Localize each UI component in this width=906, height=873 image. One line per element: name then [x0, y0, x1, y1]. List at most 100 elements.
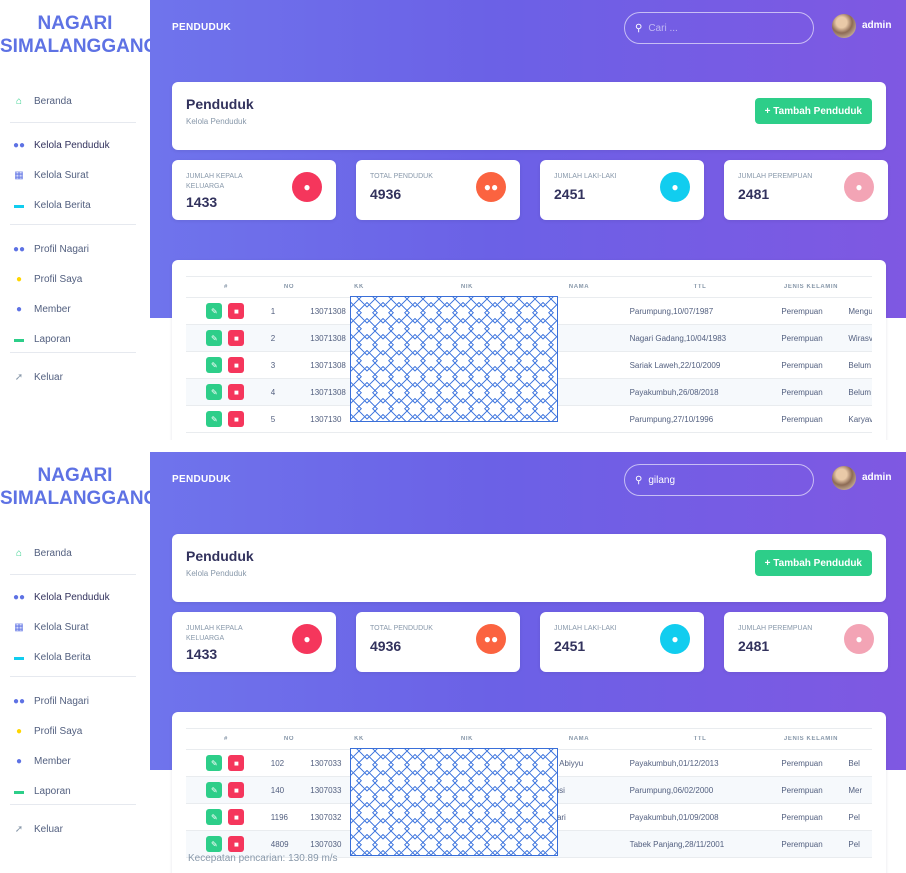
cell-pekerjaan: Belum	[848, 360, 872, 370]
redaction-overlay	[350, 296, 558, 422]
logout-icon: ➚	[14, 371, 24, 383]
column-header[interactable]: NIK	[406, 736, 522, 742]
trash-icon[interactable]: ■	[228, 836, 245, 852]
sidebar: NAGARI SIMALANGGANG ⌂ Beranda ●● Kelola Pe…	[0, 0, 158, 440]
search-input[interactable]: ⚲ gilang	[624, 464, 814, 496]
column-header[interactable]: TTL	[630, 284, 764, 290]
page-breadcrumb[interactable]: PENDUDUK	[172, 22, 231, 33]
column-header[interactable]: TTL	[630, 736, 764, 742]
sidebar-item-beranda[interactable]: ⌂ Beranda	[10, 538, 136, 568]
cell-no: 2	[270, 333, 276, 343]
sidebar-item-keluar[interactable]: ➚ Keluar	[10, 362, 136, 392]
add-penduduk-button[interactable]: + Tambah Penduduk	[754, 98, 872, 124]
sidebar-item-kelola-berita[interactable]: ▬ Kelola Berita	[10, 190, 136, 220]
nav-manage: ●● Kelola Penduduk ▦ Kelola Surat ▬ Kelola …	[10, 582, 136, 672]
edit-icon[interactable]: ✎	[206, 809, 223, 825]
trash-icon[interactable]: ■	[228, 755, 245, 771]
cell-pekerjaan: Bel	[848, 758, 860, 768]
sidebar-item-beranda[interactable]: ⌂ Beranda	[10, 86, 136, 116]
sidebar-item-label: Laporan	[34, 785, 71, 797]
file-icon: ▦	[14, 621, 24, 633]
sidebar-item-label: Kelola Surat	[34, 169, 89, 181]
search-input[interactable]: ⚲ Cari ...	[624, 12, 814, 44]
stat-value: 4936	[370, 186, 402, 202]
stat-card-kepala-keluarga: JUMLAH KEPALA KELUARGA 1433 ●	[172, 612, 336, 672]
users-icon: ●●	[476, 624, 506, 654]
stat-value: 1433	[186, 646, 218, 662]
page-breadcrumb[interactable]: PENDUDUK	[172, 474, 231, 485]
sidebar-item-kelola-penduduk[interactable]: ●● Kelola Penduduk	[10, 582, 136, 612]
trash-icon[interactable]: ■	[228, 303, 245, 319]
user-icon: ●	[660, 624, 690, 654]
column-header[interactable]: NAMA	[522, 736, 630, 742]
edit-icon[interactable]: ✎	[206, 384, 223, 400]
user-name[interactable]: admin	[862, 20, 891, 31]
newspaper-icon: ▬	[14, 651, 24, 663]
edit-icon[interactable]: ✎	[206, 755, 223, 771]
user-name[interactable]: admin	[862, 472, 891, 483]
cell-pekerjaan: Mengu	[848, 306, 873, 316]
stat-card-total-penduduk: TOTAL PENDUDUK 4936 ●●	[356, 612, 520, 672]
stat-label: TOTAL PENDUDUK	[370, 625, 433, 632]
column-header[interactable]: KK	[306, 284, 406, 290]
trash-icon[interactable]: ■	[228, 809, 245, 825]
brand-logo[interactable]: NAGARI SIMALANGGANG	[0, 464, 159, 510]
brand-line-2: SIMALANGGANG	[0, 488, 159, 509]
sidebar-item-kelola-surat[interactable]: ▦ Kelola Surat	[10, 160, 136, 190]
avatar[interactable]	[832, 14, 856, 38]
sidebar-item-member[interactable]: ● Member	[10, 294, 136, 324]
column-header[interactable]: JENIS KELAMIN	[764, 736, 852, 742]
trash-icon[interactable]: ■	[228, 357, 245, 373]
trash-icon[interactable]: ■	[228, 411, 245, 427]
edit-icon[interactable]: ✎	[206, 782, 223, 798]
edit-icon[interactable]: ✎	[206, 836, 223, 852]
sidebar-item-kelola-penduduk[interactable]: ●● Kelola Penduduk	[10, 130, 136, 160]
trash-icon[interactable]: ■	[228, 330, 245, 346]
column-header[interactable]: NO	[266, 736, 306, 742]
row-actions: ✎ ■	[186, 330, 265, 346]
row-actions: ✎ ■	[186, 303, 265, 319]
sidebar-item-member[interactable]: ● Member	[10, 746, 136, 776]
edit-icon[interactable]: ✎	[206, 357, 223, 373]
trash-icon[interactable]: ■	[228, 384, 245, 400]
cell-pekerjaan: Belum	[848, 387, 872, 397]
cell-pekerjaan: Pel	[848, 839, 860, 849]
column-header[interactable]: NIK	[406, 284, 522, 290]
main-content: PENDUDUK ⚲ Cari ... admin Penduduk Kelol…	[150, 0, 906, 440]
users-icon: ●●	[12, 139, 26, 151]
edit-icon[interactable]: ✎	[206, 411, 223, 427]
user-icon: ●	[660, 172, 690, 202]
column-header[interactable]: KK	[306, 736, 406, 742]
sidebar-item-kelola-berita[interactable]: ▬ Kelola Berita	[10, 642, 136, 672]
sidebar-item-label: Profil Saya	[34, 273, 83, 285]
trash-icon[interactable]: ■	[228, 782, 245, 798]
sidebar-item-laporan[interactable]: ▬ Laporan	[10, 776, 136, 806]
cell-no: 3	[270, 360, 276, 370]
add-penduduk-button[interactable]: + Tambah Penduduk	[754, 550, 872, 576]
cell-jenis-kelamin: Perempuan	[781, 306, 823, 316]
column-header[interactable]: NO	[266, 284, 306, 290]
sidebar-item-profil-saya[interactable]: ● Profil Saya	[10, 716, 136, 746]
cell-ttl: Parumpung,27/10/1996	[629, 414, 714, 424]
column-header[interactable]: JENIS KELAMIN	[764, 284, 852, 290]
page-title: Penduduk	[186, 96, 254, 112]
sidebar-item-laporan[interactable]: ▬ Laporan	[10, 324, 136, 354]
table-header: # NO KK NIK NAMA TTL JENIS KELAMIN	[186, 276, 872, 298]
column-header[interactable]: NAMA	[522, 284, 630, 290]
sidebar-item-profil-saya[interactable]: ● Profil Saya	[10, 264, 136, 294]
stat-card-laki-laki: JUMLAH LAKI-LAKI 2451 ●	[540, 612, 704, 672]
sidebar-item-label: Kelola Berita	[34, 651, 91, 663]
sidebar-item-keluar[interactable]: ➚ Keluar	[10, 814, 136, 844]
edit-icon[interactable]: ✎	[206, 330, 223, 346]
stat-value: 1433	[186, 194, 218, 210]
sidebar-item-kelola-surat[interactable]: ▦ Kelola Surat	[10, 612, 136, 642]
edit-icon[interactable]: ✎	[206, 303, 223, 319]
stat-card-kepala-keluarga: JUMLAH KEPALA KELUARGA 1433 ●	[172, 160, 336, 220]
cell-ttl: Parumpung,10/07/1987	[629, 306, 714, 316]
brand-logo[interactable]: NAGARI SIMALANGGANG	[0, 12, 158, 58]
sidebar-item-profil-nagari[interactable]: ●● Profil Nagari	[10, 234, 136, 264]
table-header: # NO KK NIK NAMA TTL JENIS KELAMIN	[186, 728, 872, 750]
avatar[interactable]	[832, 466, 856, 490]
page-title: Penduduk	[186, 548, 254, 564]
sidebar-item-profil-nagari[interactable]: ●● Profil Nagari	[10, 686, 136, 716]
